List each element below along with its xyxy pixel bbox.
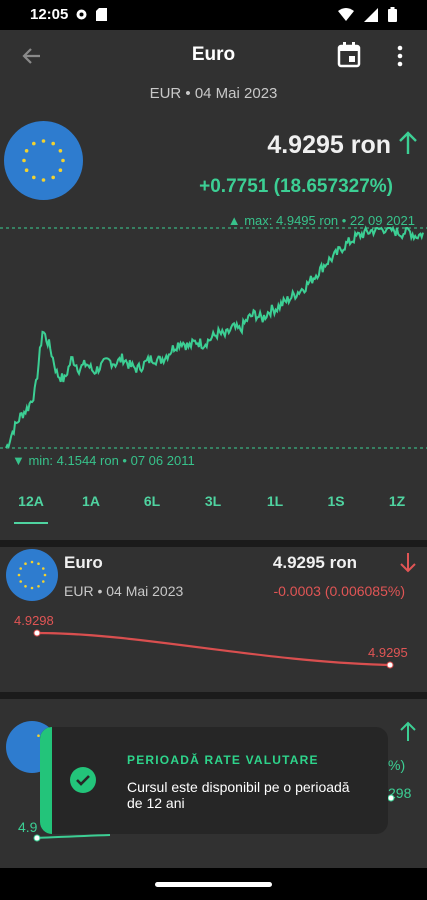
sparkline-chart [33,629,394,669]
period-tabs: 12A 1A 6L 3L 1L 1S 1Z [0,485,427,525]
status-time: 12:05 [30,6,69,23]
tab-3l[interactable]: 3L [193,493,233,509]
toast-message: Cursul este disponibil pe o perioadă de … [127,779,350,811]
tab-1a[interactable]: 1A [71,493,111,509]
tab-1z[interactable]: 1Z [377,493,417,509]
eu-flag-icon [4,121,83,200]
history-chart[interactable] [0,200,427,470]
status-icons [75,8,107,21]
price-change: +0.7751 (18.657327%) [199,176,393,197]
wifi-icon [338,8,354,21]
tab-1l[interactable]: 1L [255,493,295,509]
active-tab-indicator [14,522,48,524]
series-line [5,225,424,449]
toast-accent-bar [40,727,52,834]
more-vert-icon[interactable] [390,43,410,69]
tab-12a[interactable]: 12A [11,493,51,509]
eu-stars-icon [22,139,65,182]
arrow-up-icon [399,131,417,154]
battery-icon [388,7,397,22]
currency-card-euro[interactable]: Euro EUR • 04 Mai 2023 4.9295 ron -0.000… [0,547,427,692]
signal-icon [364,7,378,22]
sd-card-icon [96,8,107,21]
page-title: Euro [191,44,236,65]
currency-subtitle: EUR • 04 Mai 2023 [149,85,278,102]
toast-title: PERIOADĂ RATE VALUTARE [127,753,319,767]
detail-panel: Euro EUR • 04 Mai 2023 4.9295 ron +0.775… [0,30,427,540]
system-icons [338,7,397,22]
system-nav-bar [0,868,427,900]
calendar-icon[interactable] [337,42,361,68]
tab-6l[interactable]: 6L [132,493,172,509]
gear-icon [76,9,87,20]
tab-1s[interactable]: 1S [316,493,356,509]
info-toast[interactable]: PERIOADĂ RATE VALUTARE Cursul este dispo… [40,727,388,834]
current-price: 4.9295 ron [267,131,391,159]
check-circle-icon [70,767,96,793]
min-label: ▼ min: 4.1544 ron • 07 06 2011 [12,453,195,468]
status-bar: 12:05 [0,0,427,30]
home-handle[interactable] [155,882,272,887]
